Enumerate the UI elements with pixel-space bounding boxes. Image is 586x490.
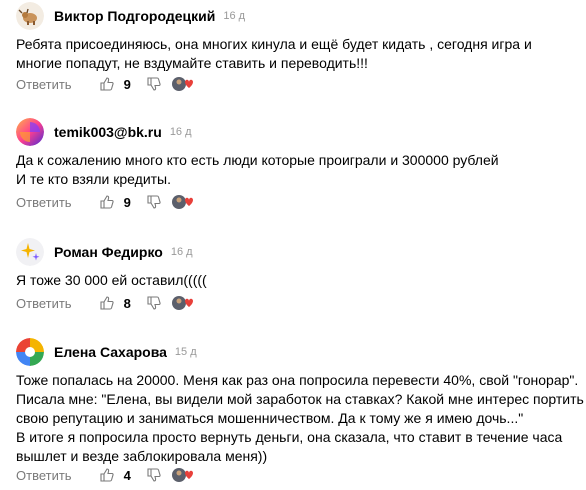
dislike-button[interactable] (147, 468, 161, 482)
reactions-icon[interactable] (171, 294, 197, 312)
author-name[interactable]: Елена Сахарова (54, 344, 167, 360)
like-button[interactable]: 4 (100, 468, 131, 483)
comment-text: Да к сожалению много кто есть люди котор… (16, 151, 576, 189)
gradient-swirl-avatar-icon[interactable] (16, 118, 44, 146)
thumbs-up-icon (100, 195, 114, 209)
comment-text: Ребята присоединяюсь, она многих кинула … (16, 35, 576, 73)
comment-line: Я тоже 30 000 ей оставил((((( (16, 272, 207, 288)
comment-line: вышлет и везде заблокировала меня)) (16, 448, 268, 464)
reactions-icon[interactable] (171, 466, 197, 484)
comment-line: Ребята присоединяюсь, она многих кинула … (16, 36, 532, 52)
reactions-icon[interactable] (171, 75, 197, 93)
comment-header: Роман Федирко 16 д (16, 238, 193, 266)
comment-actions: Ответить 4 (16, 465, 197, 485)
like-button[interactable]: 9 (100, 195, 131, 210)
thumbs-down-icon (147, 195, 161, 209)
thumbs-down-icon (147, 296, 161, 310)
comment-text: Я тоже 30 000 ей оставил((((( (16, 271, 576, 290)
author-name[interactable]: Виктор Подгородецкий (54, 8, 215, 24)
like-count: 9 (123, 76, 131, 92)
like-count: 9 (123, 194, 131, 210)
comment-line: Да к сожалению много кто есть люди котор… (16, 152, 499, 168)
comment-line: И те кто взяли кредиты. (16, 171, 171, 187)
like-button[interactable]: 9 (100, 77, 131, 92)
author-name[interactable]: Роман Федирко (54, 244, 163, 260)
dislike-button[interactable] (147, 296, 161, 310)
comment-date: 16 д (170, 246, 193, 258)
bull-avatar-icon[interactable] (16, 2, 44, 30)
comment-actions: Ответить 9 (16, 74, 197, 94)
like-count: 4 (123, 467, 131, 483)
pinwheel-avatar-icon[interactable] (16, 338, 44, 366)
comment-header: Виктор Подгородецкий 16 д (16, 2, 245, 30)
reactions-icon[interactable] (171, 193, 197, 211)
comment-date: 15 д (174, 346, 197, 358)
comment-actions: Ответить 9 (16, 192, 197, 212)
reply-button[interactable]: Ответить (16, 77, 72, 92)
thumbs-up-icon (100, 468, 114, 482)
like-button[interactable]: 8 (100, 296, 131, 311)
thumbs-down-icon (147, 77, 161, 91)
comment-date: 16 д (169, 126, 192, 138)
comment-line: свою репутацию и заниматься мошенничеств… (16, 410, 524, 426)
like-count: 8 (123, 295, 131, 311)
comment-header: Елена Сахарова 15 д (16, 338, 197, 366)
sparkle-avatar-icon[interactable] (16, 238, 44, 266)
dislike-button[interactable] (147, 195, 161, 209)
comment-line: В итоге я попросила просто вернуть деньг… (16, 429, 563, 445)
comment-date: 16 д (223, 10, 246, 22)
reply-button[interactable]: Ответить (16, 468, 72, 483)
thumbs-up-icon (100, 296, 114, 310)
comment-header: temik003@bk.ru 16 д (16, 118, 192, 146)
comment-line: Тоже попалась на 20000. Меня как раз она… (16, 372, 579, 388)
comment-text: Тоже попалась на 20000. Меня как раз она… (16, 371, 584, 466)
author-name[interactable]: temik003@bk.ru (54, 124, 162, 140)
dislike-button[interactable] (147, 77, 161, 91)
comment-line: Писала мне: "Елена, вы видели мой зарабо… (16, 391, 584, 407)
comment-line: многие попадут, не вздумайте ставить и п… (16, 55, 368, 71)
comment-actions: Ответить 8 (16, 293, 197, 313)
thumbs-down-icon (147, 468, 161, 482)
reply-button[interactable]: Ответить (16, 296, 72, 311)
reply-button[interactable]: Ответить (16, 195, 72, 210)
thumbs-up-icon (100, 77, 114, 91)
